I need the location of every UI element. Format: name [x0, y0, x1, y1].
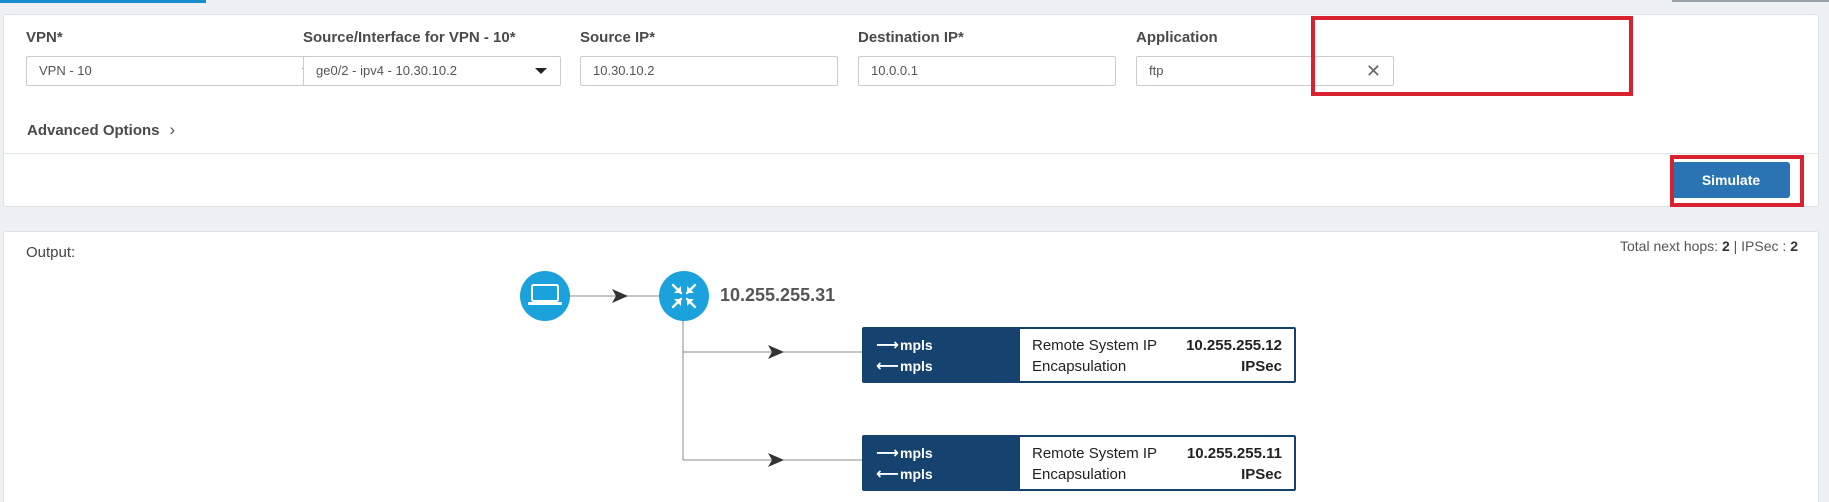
total-next-hops-label: Total next hops:	[1620, 238, 1719, 254]
remote-ip-row: Remote System IP 10.255.255.12	[1032, 335, 1282, 356]
encapsulation-value: IPSec	[1241, 466, 1282, 483]
remote-ip-label: Remote System IP	[1032, 337, 1158, 354]
destination-ip-input[interactable]: 10.0.0.1	[858, 56, 1116, 86]
remote-ip-label: Remote System IP	[1032, 445, 1158, 462]
arrow-left-icon: ⟵	[876, 358, 899, 375]
source-ip-field: Source IP* 10.30.10.2	[580, 27, 838, 86]
application-highlight-box	[1311, 16, 1633, 96]
inbound-row: ⟵mpls	[876, 356, 1020, 377]
outbound-label: mpls	[900, 445, 933, 461]
destination-ip-value: 10.0.0.1	[871, 63, 918, 78]
device-ip-label: 10.255.255.31	[720, 285, 836, 305]
inbound-label: mpls	[900, 358, 933, 374]
source-interface-field: Source/Interface for VPN - 10* ge0/2 - i…	[303, 27, 561, 86]
source-interface-label: Source/Interface for VPN - 10*	[303, 29, 516, 46]
encapsulation-label: Encapsulation	[1032, 358, 1127, 375]
vpn-label: VPN*	[26, 29, 63, 46]
outbound-label: mpls	[900, 337, 933, 353]
advanced-options-toggle[interactable]: Advanced Options ›	[27, 120, 175, 140]
active-tab-underline	[0, 0, 206, 3]
remote-ip-row: Remote System IP 10.255.255.11	[1032, 443, 1282, 464]
source-ip-input[interactable]: 10.30.10.2	[580, 56, 838, 86]
next-hops-summary: Total next hops: 2 | IPSec : 2	[1620, 238, 1798, 254]
next-hop-card[interactable]: ⟶mpls ⟵mpls Remote System IP 10.255.255.1…	[862, 327, 1296, 383]
source-ip-label: Source IP*	[580, 29, 656, 46]
remote-ip-value: 10.255.255.12	[1186, 337, 1282, 354]
vpn-select[interactable]: VPN - 10	[26, 56, 328, 86]
application-value: ftp	[1149, 63, 1164, 78]
destination-ip-field: Destination IP* 10.0.0.1	[858, 27, 1116, 86]
chevron-right-icon: ›	[169, 120, 176, 139]
ipsec-value: 2	[1790, 238, 1798, 254]
inbound-row: ⟵mpls	[876, 464, 1020, 485]
source-interface-value: ge0/2 - ipv4 - 10.30.10.2	[316, 63, 457, 78]
vpn-value: VPN - 10	[39, 63, 92, 78]
source-interface-select[interactable]: ge0/2 - ipv4 - 10.30.10.2	[303, 56, 561, 86]
destination-ip-label: Destination IP*	[858, 29, 964, 46]
remote-ip-value: 10.255.255.11	[1186, 445, 1282, 462]
encapsulation-label: Encapsulation	[1032, 466, 1127, 483]
output-title: Output:	[26, 244, 76, 261]
total-next-hops-value: 2	[1721, 238, 1730, 254]
ipsec-label: IPSec :	[1741, 238, 1787, 254]
encapsulation-row: Encapsulation IPSec	[1032, 356, 1282, 377]
simulate-highlight-box	[1670, 155, 1804, 207]
advanced-options-label: Advanced Options	[27, 122, 160, 139]
inbound-label: mpls	[900, 466, 933, 482]
hop-details: Remote System IP 10.255.255.11 Encapsulat…	[1032, 443, 1282, 485]
form-divider	[4, 153, 1818, 154]
encapsulation-row: Encapsulation IPSec	[1032, 464, 1282, 485]
vpn-field: VPN* VPN - 10	[26, 27, 328, 86]
hop-tunnel-panel: ⟶mpls ⟵mpls	[864, 437, 1020, 489]
arrow-right-icon: ⟶	[876, 337, 899, 354]
hop-details: Remote System IP 10.255.255.12 Encapsulat…	[1032, 335, 1282, 377]
arrow-left-icon: ⟵	[876, 466, 899, 483]
tab-underline	[1672, 0, 1829, 2]
top-tab-indicator	[0, 0, 1829, 3]
hop-tunnel-panel: ⟶mpls ⟵mpls	[864, 329, 1020, 381]
next-hop-card[interactable]: ⟶mpls ⟵mpls Remote System IP 10.255.255.1…	[862, 435, 1296, 491]
summary-separator: |	[1733, 238, 1738, 254]
arrow-right-icon: ⟶	[876, 445, 899, 462]
encapsulation-value: IPSec	[1241, 358, 1282, 375]
caret-down-icon	[535, 68, 547, 74]
outbound-row: ⟶mpls	[876, 335, 1020, 356]
outbound-row: ⟶mpls	[876, 443, 1020, 464]
source-ip-value: 10.30.10.2	[593, 63, 655, 78]
